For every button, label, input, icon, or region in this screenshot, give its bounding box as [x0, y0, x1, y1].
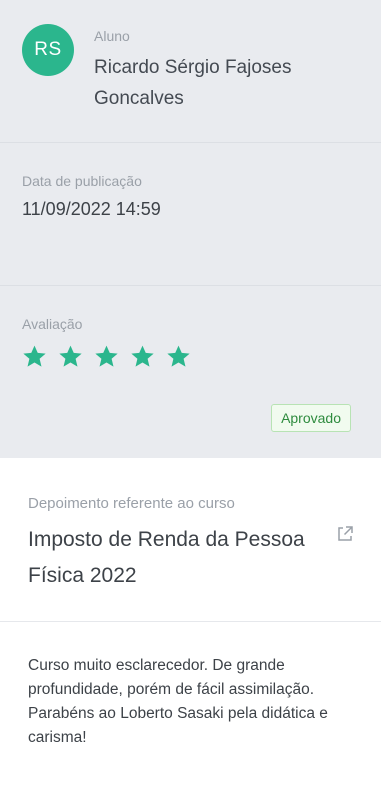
rating-section: Avaliação Aprovado: [0, 286, 381, 458]
star-icon: [59, 345, 82, 367]
star-icon: [23, 345, 46, 367]
testimonial-section: Curso muito esclarecedor. De grande prof…: [0, 622, 381, 800]
external-link-icon[interactable]: [336, 525, 354, 543]
course-title-link[interactable]: Imposto de Renda da Pessoa Física 2022: [28, 522, 328, 594]
publication-date-section: Data de publicação 11/09/2022 14:59: [0, 143, 381, 285]
star-icon: [131, 345, 154, 367]
course-label: Depoimento referente ao curso: [28, 495, 235, 512]
avatar: RS: [22, 24, 74, 76]
testimonial-text: Curso muito esclarecedor. De grande prof…: [28, 657, 328, 746]
student-name: Ricardo Sérgio Fajoses Goncalves: [94, 57, 292, 109]
star-rating: [22, 344, 191, 369]
star-icon: [167, 345, 190, 367]
publication-date-value: 11/09/2022 14:59: [22, 199, 161, 219]
publication-date-label: Data de publicação: [22, 173, 142, 189]
student-label: Aluno: [94, 28, 130, 44]
star-icon: [95, 345, 118, 367]
student-section: RS Aluno Ricardo Sérgio Fajoses Goncalve…: [0, 0, 381, 142]
rating-label: Avaliação: [22, 316, 83, 332]
course-section: Depoimento referente ao curso Imposto de…: [0, 458, 381, 621]
status-badge: Aprovado: [271, 404, 351, 432]
